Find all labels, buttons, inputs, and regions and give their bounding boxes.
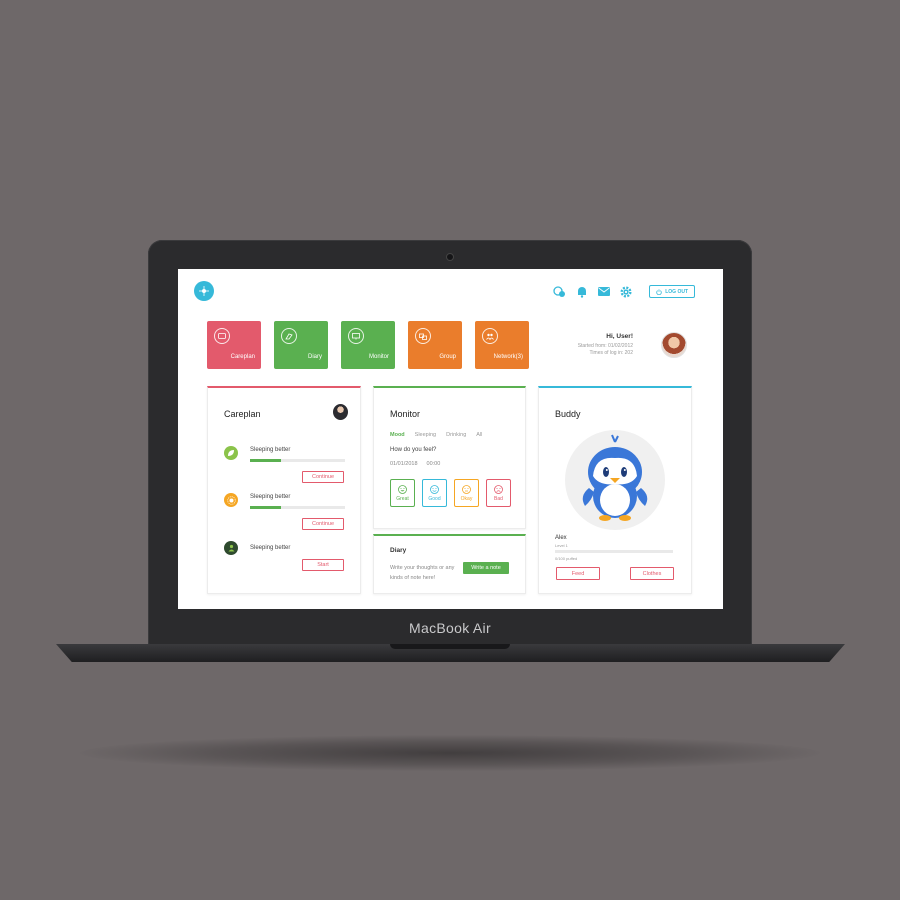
goal-progress-fill bbox=[250, 459, 282, 462]
buddy-card: Buddy Alex Level 1 0/100 puffed Feed Clo… bbox=[538, 386, 692, 594]
monitor-time[interactable]: 00:00 bbox=[427, 461, 441, 467]
tile-label: Network(3) bbox=[493, 354, 523, 360]
penguin-icon bbox=[582, 434, 648, 521]
power-icon bbox=[656, 288, 662, 295]
mood-options: Great Good Okay Bad bbox=[390, 479, 511, 507]
monitor-date[interactable]: 01/01/2018 bbox=[390, 461, 418, 467]
tile-label: Monitor bbox=[368, 354, 389, 360]
buddy-name: Alex bbox=[555, 535, 567, 541]
tile-label: Careplan bbox=[230, 354, 255, 360]
monitor-title: Monitor bbox=[390, 409, 421, 419]
monitor-screen-icon bbox=[348, 328, 364, 344]
careplan-title: Careplan bbox=[224, 409, 261, 419]
mood-label: Bad bbox=[494, 495, 503, 502]
buddy-puffed-count: 0/100 puffed bbox=[555, 556, 578, 561]
buddy-progress-track bbox=[555, 550, 673, 553]
user-login-count: Times of log in: 202 bbox=[589, 350, 633, 356]
sad-face-icon bbox=[494, 484, 503, 494]
user-greeting: Hi, User! bbox=[606, 333, 633, 340]
logo-icon bbox=[199, 286, 209, 296]
app-logo[interactable] bbox=[194, 281, 214, 301]
chat-bubbles-icon[interactable] bbox=[553, 285, 566, 298]
tile-group[interactable]: Group bbox=[408, 321, 462, 369]
logout-label: LOG OUT bbox=[665, 288, 688, 295]
user-started: Started from: 01/02/2012 bbox=[577, 343, 633, 349]
goal-text: Sleeping better bbox=[250, 545, 291, 551]
diary-prompt: Write your thoughts or any kinds of note… bbox=[390, 565, 455, 581]
group-icon bbox=[415, 328, 431, 344]
goal-text: Sleeping better bbox=[250, 494, 291, 500]
monitor-datetime: 01/01/2018 00:00 bbox=[390, 461, 440, 467]
header-actions: LOG OUT bbox=[553, 285, 695, 298]
monitor-card: Monitor Mood Sleeping Drinking All How d… bbox=[373, 386, 526, 529]
tab-mood[interactable]: Mood bbox=[390, 432, 405, 438]
goal-progress-track bbox=[250, 506, 345, 509]
careplan-icon bbox=[214, 328, 230, 344]
buddy-avatar-circle bbox=[565, 430, 665, 530]
tile-network[interactable]: Network(3) bbox=[475, 321, 529, 369]
write-note-button[interactable]: Write a note bbox=[463, 562, 509, 574]
tile-monitor[interactable]: Monitor bbox=[341, 321, 395, 369]
user-avatar[interactable] bbox=[661, 332, 687, 358]
app-screen: LOG OUT Careplan Diary Monitor Group Net… bbox=[178, 269, 723, 609]
mood-good-button[interactable]: Good bbox=[422, 479, 447, 507]
tile-careplan[interactable]: Careplan bbox=[207, 321, 261, 369]
mood-label: Okay bbox=[460, 495, 473, 502]
tab-drinking[interactable]: Drinking bbox=[446, 432, 466, 438]
diary-title: Diary bbox=[390, 547, 407, 554]
sun-icon bbox=[224, 493, 238, 507]
start-button[interactable]: Start bbox=[302, 559, 344, 571]
people-icon bbox=[224, 541, 238, 555]
smile-face-icon bbox=[430, 484, 439, 494]
mood-bad-button[interactable]: Bad bbox=[486, 479, 511, 507]
laptop-hinge bbox=[390, 644, 510, 649]
neutral-face-icon bbox=[462, 484, 471, 494]
careplan-coach-avatar bbox=[333, 404, 348, 420]
buddy-level: Level 1 bbox=[555, 543, 568, 548]
mood-okay-button[interactable]: Okay bbox=[454, 479, 479, 507]
mood-great-button[interactable]: Great bbox=[390, 479, 415, 507]
tile-label: Diary bbox=[307, 354, 322, 360]
user-info: Hi, User! Started from: 01/02/2012 Times… bbox=[578, 333, 633, 357]
continue-button[interactable]: Continue bbox=[302, 518, 344, 530]
happy-face-icon bbox=[398, 484, 407, 494]
buddy-title: Buddy bbox=[555, 409, 581, 419]
logout-button[interactable]: LOG OUT bbox=[649, 285, 695, 298]
careplan-card: Careplan Sleeping better Continue Sleepi… bbox=[207, 386, 361, 594]
goal-text: Sleeping better bbox=[250, 447, 291, 453]
goal-progress-fill bbox=[250, 506, 282, 509]
mood-label: Great bbox=[396, 495, 409, 502]
tab-all[interactable]: All bbox=[476, 432, 482, 438]
diary-card: Diary Write your thoughts or any kinds o… bbox=[373, 534, 526, 594]
tile-diary[interactable]: Diary bbox=[274, 321, 328, 369]
diary-book-icon bbox=[281, 328, 297, 344]
webcam bbox=[447, 254, 453, 260]
mood-label: Good bbox=[428, 495, 441, 502]
monitor-question: How do you feel? bbox=[390, 447, 437, 453]
network-people-icon bbox=[482, 328, 498, 344]
leaf-icon bbox=[224, 446, 238, 460]
tile-label: Group bbox=[439, 354, 456, 360]
feed-button[interactable]: Feed bbox=[556, 567, 600, 580]
notifications-icon[interactable] bbox=[575, 285, 588, 298]
monitor-tabs: Mood Sleeping Drinking All bbox=[390, 432, 482, 438]
tab-sleeping[interactable]: Sleeping bbox=[415, 432, 436, 438]
continue-button[interactable]: Continue bbox=[302, 471, 344, 483]
mail-icon[interactable] bbox=[597, 285, 610, 298]
laptop-shadow bbox=[80, 735, 820, 771]
clothes-button[interactable]: Clothes bbox=[630, 567, 674, 580]
settings-gear-icon[interactable] bbox=[619, 285, 632, 298]
goal-progress-track bbox=[250, 459, 345, 462]
device-brand: MacBook Air bbox=[409, 620, 491, 636]
nav-tiles: Careplan Diary Monitor Group Network(3) bbox=[207, 321, 529, 369]
